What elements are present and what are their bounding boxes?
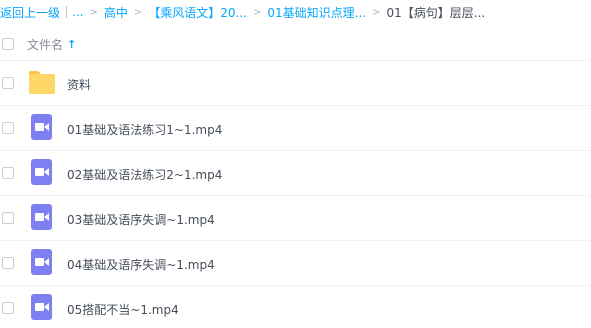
file-name[interactable]: 资料 <box>67 76 91 93</box>
video-file-icon <box>31 249 52 275</box>
back-link[interactable]: 返回上一级 <box>0 4 60 21</box>
breadcrumb-item[interactable]: 01基础知识点理... <box>267 4 366 21</box>
file-name[interactable]: 04基础及语序失调~1.mp4 <box>67 256 215 273</box>
list-item[interactable]: 资料 <box>0 61 591 106</box>
arrow-up-icon: ↑ <box>67 37 77 51</box>
video-file-icon <box>31 159 52 185</box>
breadcrumb-item[interactable]: 高中 <box>104 4 128 21</box>
chevron-right-icon: > <box>252 6 262 18</box>
file-name[interactable]: 02基础及语法练习2~1.mp4 <box>67 166 222 183</box>
chevron-right-icon: > <box>372 6 381 18</box>
file-name[interactable]: 01基础及语法练习1~1.mp4 <box>67 121 222 138</box>
folder-icon <box>29 71 55 95</box>
row-checkbox[interactable] <box>2 257 14 269</box>
column-header-name: 文件名 <box>27 37 64 52</box>
video-file-icon <box>31 294 52 320</box>
list-item[interactable]: 04基础及语序失调~1.mp4 <box>0 241 591 286</box>
breadcrumb-item[interactable]: 【乘风语文】20... <box>148 4 247 21</box>
video-file-icon <box>31 204 52 230</box>
chevron-right-icon: > <box>89 6 98 18</box>
chevron-right-icon: > <box>133 6 143 18</box>
sort-by-name[interactable]: 文件名 ↑ <box>27 36 76 53</box>
breadcrumb-current: 01【病句】层层... <box>386 5 486 20</box>
list-item[interactable]: 01基础及语法练习1~1.mp4 <box>0 106 591 151</box>
list-item[interactable]: 03基础及语序失调~1.mp4 <box>0 196 591 241</box>
row-checkbox[interactable] <box>2 302 14 314</box>
row-checkbox[interactable] <box>2 212 14 224</box>
file-name[interactable]: 03基础及语序失调~1.mp4 <box>67 211 215 228</box>
breadcrumb-divider <box>66 6 68 18</box>
list-item[interactable]: 05搭配不当~1.mp4 <box>0 286 591 328</box>
list-item[interactable]: 02基础及语法练习2~1.mp4 <box>0 151 591 196</box>
file-browser: 返回上一级 ... > 高中 > 【乘风语文】20... > 01基础知识点理.… <box>0 0 591 328</box>
select-all-checkbox[interactable] <box>2 38 14 50</box>
row-checkbox[interactable] <box>2 167 14 179</box>
file-name[interactable]: 05搭配不当~1.mp4 <box>67 301 179 318</box>
file-list: 资料 01基础及语法练习1~1.mp4 02基础及语法练习2~1.mp4 03基… <box>0 61 591 328</box>
video-file-icon <box>31 114 52 140</box>
breadcrumb: 返回上一级 ... > 高中 > 【乘风语文】20... > 01基础知识点理.… <box>0 0 591 24</box>
row-checkbox[interactable] <box>2 122 14 134</box>
list-header: 文件名 ↑ <box>0 28 591 61</box>
breadcrumb-ellipsis[interactable]: ... <box>72 5 83 19</box>
row-checkbox[interactable] <box>2 77 14 89</box>
